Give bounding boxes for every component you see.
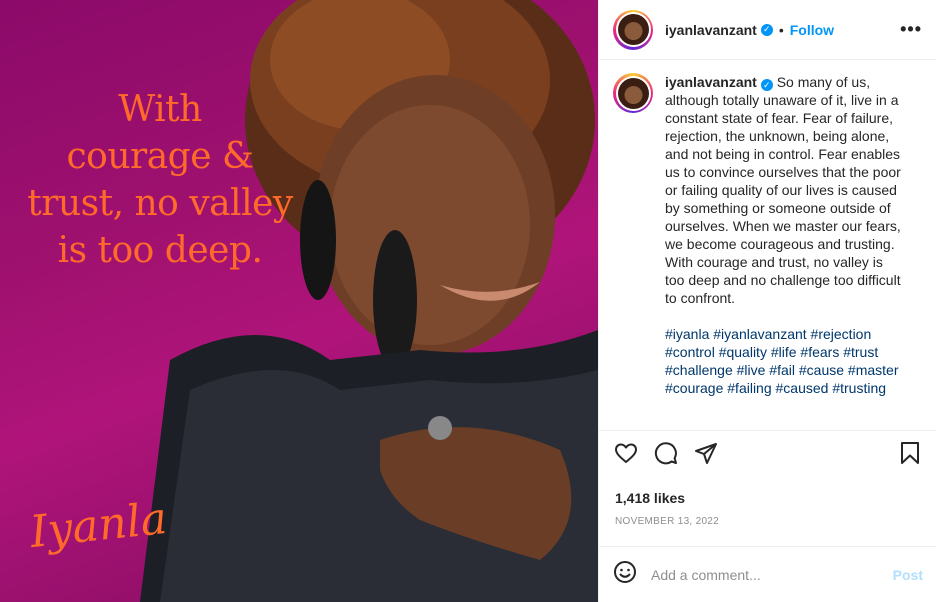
post-date[interactable]: NOVEMBER 13, 2022: [615, 516, 719, 527]
heart-icon[interactable]: [613, 440, 639, 466]
verified-badge-icon: ✓: [760, 23, 773, 36]
share-icon[interactable]: [693, 440, 719, 466]
post-header: iyanlavanzant ✓ • Follow •••: [599, 0, 936, 60]
comment-input[interactable]: [651, 566, 893, 583]
quote-line: With: [118, 89, 202, 130]
avatar[interactable]: [613, 9, 653, 50]
more-options-icon[interactable]: •••: [900, 19, 922, 40]
quote-line: is too deep.: [57, 230, 263, 271]
like-count[interactable]: 1,418 likes: [615, 490, 685, 506]
emoji-icon[interactable]: [613, 560, 637, 589]
quote-line: trust, no valley: [27, 183, 293, 224]
bookmark-icon[interactable]: [897, 440, 923, 466]
action-bar: [613, 440, 923, 466]
comment-icon[interactable]: [653, 440, 679, 466]
verified-badge-icon: ✓: [760, 79, 773, 91]
caption-avatar[interactable]: [613, 73, 653, 113]
follow-button[interactable]: Follow: [790, 22, 834, 38]
separator-dot: •: [778, 21, 784, 38]
comment-bar: Post: [599, 546, 936, 602]
caption-text: iyanlavanzant ✓ So many of us, although t…: [665, 73, 905, 397]
avatar-image: [617, 77, 649, 109]
caption-username[interactable]: iyanlavanzant: [665, 74, 757, 90]
caption-scroll-area[interactable]: iyanlavanzant ✓ So many of us, although t…: [599, 61, 936, 431]
post-image[interactable]: With courage & trust, no valley is too d…: [0, 0, 598, 602]
caption-body: So many of us, although totally unaware …: [665, 74, 901, 306]
post-comment-button[interactable]: Post: [893, 567, 923, 583]
post-sidebar: iyanlavanzant ✓ • Follow ••• iyanlavanza…: [598, 0, 936, 602]
avatar-image: [617, 14, 649, 45]
quote-line: courage &: [66, 136, 254, 177]
header-username[interactable]: iyanlavanzant: [665, 22, 757, 38]
caption: iyanlavanzant ✓ So many of us, although t…: [613, 73, 923, 397]
hashtags[interactable]: #iyanla #iyanlavanzant #rejection #contr…: [665, 325, 905, 397]
quote-text: With courage & trust, no valley is too d…: [20, 86, 300, 274]
